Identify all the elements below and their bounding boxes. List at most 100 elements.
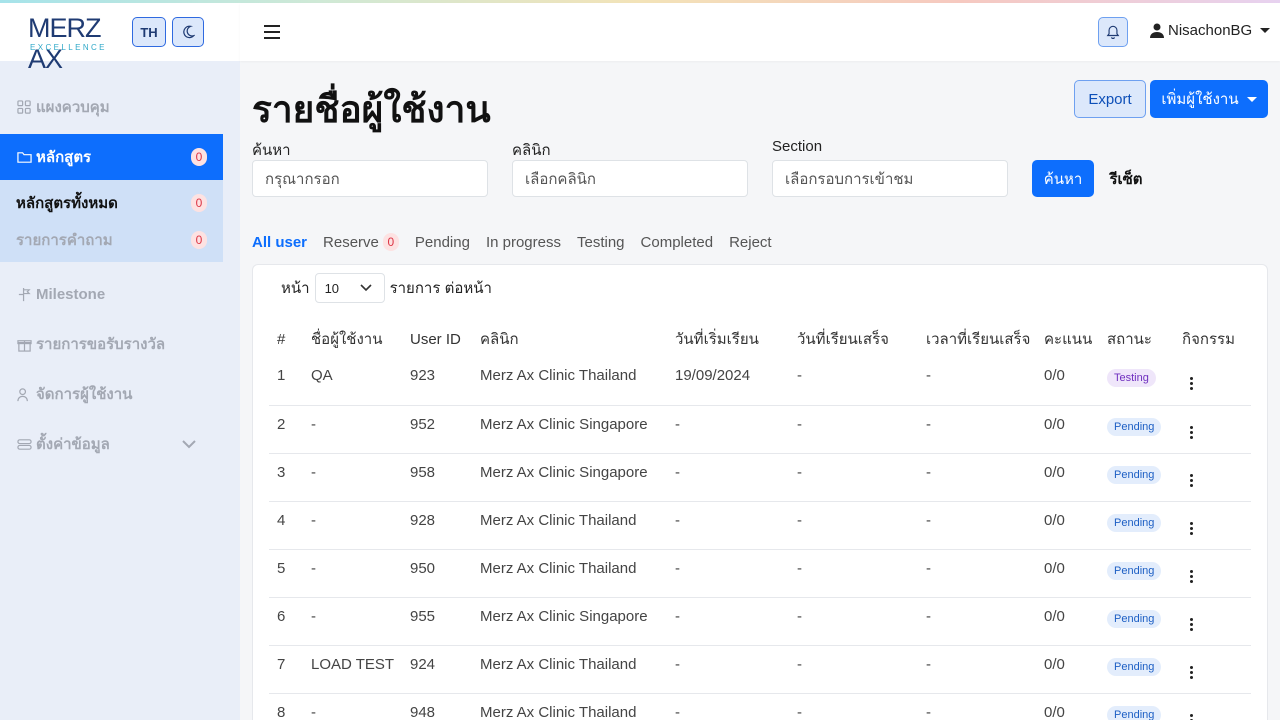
table-cell: 0/0 (1036, 596, 1099, 645)
chevron-down-icon[interactable] (182, 436, 196, 453)
table-cell: Merz Ax Clinic Thailand (472, 692, 667, 720)
search-button[interactable]: ค้นหา (1032, 160, 1094, 197)
table-cell: - (918, 404, 1036, 453)
table-cell: - (926, 367, 931, 384)
column-header: ชื่อผู้ใช้งาน (311, 331, 383, 348)
sidebar-item-user-management[interactable]: จัดการผู้ใช้งาน (0, 371, 240, 417)
clinic-label: คลินิก (512, 142, 551, 159)
table-cell: - (789, 596, 918, 645)
table-cell: 4 (269, 500, 303, 549)
caret-down-icon (1246, 96, 1257, 102)
table-cell: - (918, 644, 1036, 693)
more-actions-icon[interactable] (1190, 377, 1193, 390)
tab-reserve[interactable]: Reserve 0 (323, 231, 399, 253)
sidebar-item-milestone[interactable]: Milestone (0, 271, 240, 317)
status-cell: Pending (1099, 452, 1174, 501)
notification-button[interactable] (1098, 17, 1128, 47)
sidebar-item-label: รายการขอรับรางวัล (36, 336, 166, 353)
tab-in-progress[interactable]: In progress (486, 231, 561, 253)
submenu-label: หลักสูตรทั้งหมด (16, 194, 118, 212)
tab-label: Pending (414, 233, 470, 251)
table-row[interactable]: 5-950 Merz Ax Clinic Thailand - - -0/0 Pendin… (269, 548, 1251, 597)
column-header: เวลาที่เรียนเสร็จ (926, 331, 1031, 348)
table-cell: 0/0 (1036, 500, 1099, 549)
reset-button[interactable]: รีเซ็ต (1104, 160, 1148, 197)
sidebar: MERZ AX EXCELLENCE TH แผงควบคุม หลักสูตร… (0, 3, 240, 720)
status-cell: Pending (1099, 500, 1174, 549)
tab-label: Reject (729, 233, 772, 251)
table-row[interactable]: 2-952 Merz Ax Clinic Singapore - - -0/0 Pendi… (269, 404, 1251, 453)
logo-subtext: EXCELLENCE (30, 43, 107, 52)
column-header: # (277, 330, 286, 348)
users-icon (16, 386, 32, 402)
table-cell: - (303, 452, 402, 501)
table-cell: 948 (402, 692, 472, 720)
table-cell: - (918, 596, 1036, 645)
username: NisachonBG (1168, 22, 1253, 39)
table-cell: - (667, 644, 789, 693)
table-row[interactable]: 8-948 Merz Ax Clinic Thailand - - -0/0 Pendin… (269, 692, 1251, 720)
count-badge: 0 (191, 148, 207, 166)
tab-all-user[interactable]: All user (252, 231, 307, 253)
status-badge: Pending (1107, 513, 1162, 532)
chevron-down-icon (360, 284, 372, 292)
more-actions-icon[interactable] (1190, 425, 1193, 439)
status-cell: Testing (1099, 357, 1174, 405)
merz-logo[interactable]: MERZ AX EXCELLENCE (28, 11, 126, 74)
submenu-all-courses[interactable]: หลักสูตรทั้งหมด 0 (0, 184, 223, 221)
column-header: วันที่เรียนเสร็จ (797, 331, 889, 348)
more-actions-icon[interactable] (1190, 617, 1193, 631)
table-header-row: # ชื่อผู้ใช้งาน User ID คลินิก วันที่เริ… (269, 321, 1251, 357)
table-cell: 923 (410, 367, 436, 384)
more-actions-icon[interactable] (1190, 665, 1193, 679)
status-badge: Pending (1107, 561, 1162, 580)
sidebar-item-settings[interactable]: ตั้งค่าข้อมูล (0, 421, 240, 467)
per-page-select[interactable]: 10 (314, 273, 385, 303)
table-row[interactable]: 7 LOAD TEST 924 Merz Ax Clinic Thailand - - -0… (269, 644, 1251, 693)
more-actions-icon[interactable] (1190, 713, 1193, 720)
tab-completed[interactable]: Completed (641, 231, 714, 253)
sidebar-item-rewards[interactable]: รายการขอรับรางวัล (0, 321, 240, 367)
table-cell: - (667, 500, 789, 549)
folder-icon (16, 149, 32, 165)
export-button[interactable]: Export (1074, 80, 1146, 118)
table-cell: 955 (402, 596, 472, 645)
clinic-select[interactable]: เลือกคลินิก (512, 160, 748, 197)
per-page-prefix: หน้า (281, 280, 310, 297)
table-cell: - (789, 500, 918, 549)
language-toggle-button[interactable]: TH (132, 17, 166, 47)
search-input[interactable]: กรุณากรอก (252, 160, 488, 197)
status-badge: Pending (1107, 465, 1162, 484)
sidebar-item-label: จัดการผู้ใช้งาน (36, 386, 133, 403)
table-cell: - (918, 452, 1036, 501)
actions-cell (1174, 357, 1251, 405)
section-select[interactable]: เลือกรอบการเข้าชม (772, 160, 1008, 197)
more-actions-icon[interactable] (1190, 521, 1193, 535)
table-row[interactable]: 3-958 Merz Ax Clinic Singapore - - -0/0 Pendi… (269, 452, 1251, 501)
bell-icon (1106, 25, 1120, 39)
actions-cell (1174, 644, 1251, 693)
user-table-card: หน้า 10 รายการ ต่อหน้า # ชื่อผู้ใช้งาน U… (252, 264, 1268, 720)
main-content: รายชื่อผู้ใช้งาน Export เพิ่มผู้ใช้งาน ค… (252, 61, 1268, 720)
user-menu[interactable]: NisachonBG (1150, 22, 1271, 39)
add-user-button[interactable]: เพิ่มผู้ใช้งาน (1150, 80, 1268, 118)
table-row[interactable]: 1 QA 923 Merz Ax Clinic Thailand 19/09/2024 -… (269, 357, 1251, 405)
more-actions-icon[interactable] (1190, 473, 1193, 487)
menu-toggle-icon[interactable] (264, 25, 280, 39)
table-cell: - (918, 500, 1036, 549)
tab-pending[interactable]: Pending (415, 231, 470, 253)
tab-testing[interactable]: Testing (577, 231, 625, 253)
tab-label: All user (252, 233, 308, 251)
theme-toggle-button[interactable] (172, 17, 204, 47)
sidebar-item-courses[interactable]: หลักสูตร 0 (0, 134, 223, 180)
table-row[interactable]: 4-928 Merz Ax Clinic Thailand - - -0/0 Pendin… (269, 500, 1251, 549)
table-cell: - (303, 596, 402, 645)
submenu-question-list[interactable]: รายการคำถาม 0 (0, 221, 223, 258)
table-cell: - (303, 548, 402, 597)
status-cell: Pending (1099, 692, 1174, 720)
more-actions-icon[interactable] (1190, 569, 1193, 583)
sidebar-item-dashboard[interactable]: แผงควบคุม (0, 84, 240, 130)
table-row[interactable]: 6-955 Merz Ax Clinic Singapore - - -0/0 Pendi… (269, 596, 1251, 645)
count-badge: 0 (191, 230, 207, 249)
tab-reject[interactable]: Reject (729, 231, 772, 253)
